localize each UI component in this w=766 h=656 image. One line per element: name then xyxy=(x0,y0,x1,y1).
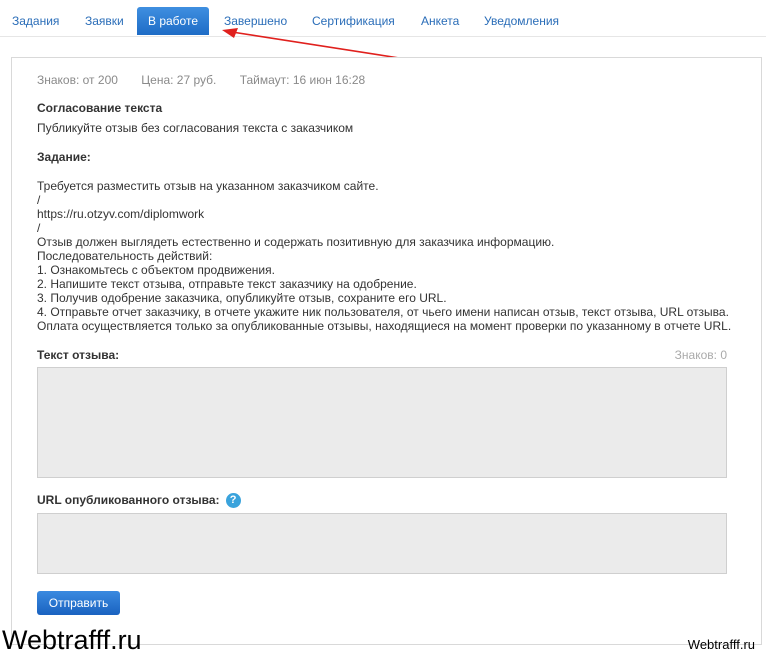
tab-bar: Задания Заявки В работе Завершено Сертиф… xyxy=(0,0,766,37)
task-meta: Знаков: от 200 Цена: 27 руб. Таймаут: 16… xyxy=(37,73,385,87)
approval-title: Согласование текста xyxy=(37,101,163,115)
tab-certification[interactable]: Сертификация xyxy=(312,7,395,35)
task-link[interactable]: https://ru.otzyv.com/diplomwork xyxy=(37,207,731,221)
task-line: Требуется разместить отзыв на указанном … xyxy=(37,179,379,193)
tab-requests[interactable]: Заявки xyxy=(85,7,124,35)
task-line: Отзыв должен выглядеть естественно и сод… xyxy=(37,235,555,249)
url-label: URL опубликованного отзыва: xyxy=(37,493,220,507)
char-counter: Знаков: 0 xyxy=(674,348,727,362)
url-textarea[interactable] xyxy=(37,513,727,574)
submit-button[interactable]: Отправить xyxy=(37,591,120,615)
price-info: Цена: 27 руб. xyxy=(141,73,217,87)
chars-info: Знаков: от 200 xyxy=(37,73,118,87)
task-line: / xyxy=(37,193,41,207)
url-label-row: URL опубликованного отзыва:? xyxy=(37,493,241,509)
help-icon[interactable]: ? xyxy=(225,493,241,509)
task-line: 3. Получив одобрение заказчика, опублику… xyxy=(37,291,447,305)
task-description: Требуется разместить отзыв на указанном … xyxy=(37,179,731,333)
tab-notifications[interactable]: Уведомления xyxy=(484,7,559,35)
watermark-left: Webtrafff.ru xyxy=(2,625,142,655)
task-line: 2. Напишите текст отзыва, отправьте текс… xyxy=(37,277,417,291)
task-title: Задание: xyxy=(37,150,91,164)
approval-text: Публикуйте отзыв без согласования текста… xyxy=(37,121,354,135)
tab-questionnaire[interactable]: Анкета xyxy=(421,7,459,35)
task-card: Знаков: от 200 Цена: 27 руб. Таймаут: 16… xyxy=(11,57,762,645)
tab-tasks[interactable]: Задания xyxy=(12,7,59,35)
review-textarea[interactable] xyxy=(37,367,727,478)
timeout-info: Таймаут: 16 июн 16:28 xyxy=(239,73,366,87)
review-label: Текст отзыва: xyxy=(37,348,120,362)
tab-in-progress[interactable]: В работе xyxy=(137,7,210,35)
task-line: Оплата осуществляется только за опублико… xyxy=(37,319,732,333)
task-line: Последовательность действий: xyxy=(37,249,213,263)
task-line: 4. Отправьте отчет заказчику, в отчете у… xyxy=(37,305,729,319)
task-line: 1. Ознакомьтесь с объектом продвижения. xyxy=(37,263,275,277)
task-line: / xyxy=(37,221,41,235)
tab-completed[interactable]: Завершено xyxy=(224,7,287,35)
watermark-right: Webtrafff.ru xyxy=(687,637,755,652)
